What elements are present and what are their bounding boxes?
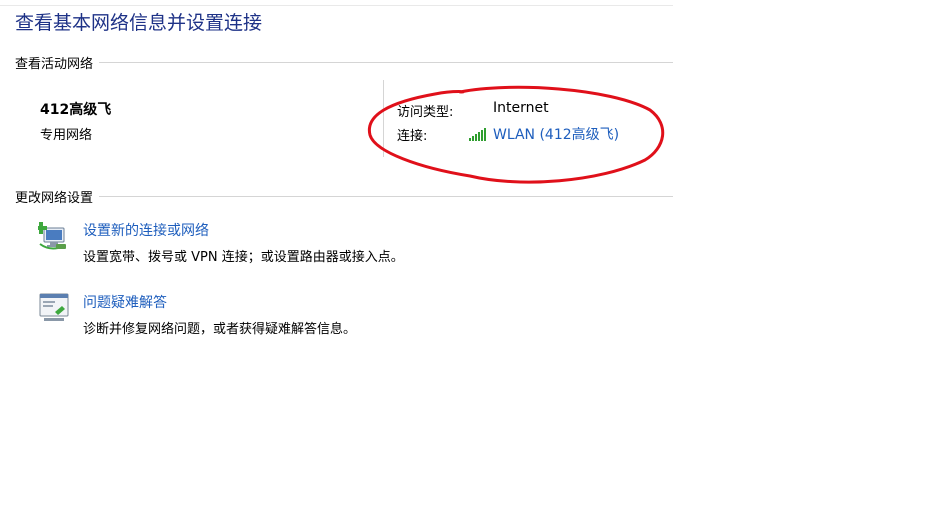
section-divider: [99, 195, 673, 197]
connection-link[interactable]: WLAN (412高级飞): [469, 124, 619, 144]
task-description: 诊断并修复网络问题，或者获得疑难解答信息。: [83, 322, 357, 337]
access-type-label: 访问类型:: [397, 105, 454, 120]
change-settings-header: 更改网络设置: [15, 187, 673, 206]
network-name: 412高级飞: [40, 102, 112, 118]
top-border: [0, 5, 673, 6]
section-label: 更改网络设置: [15, 190, 94, 206]
vertical-divider: [383, 80, 384, 157]
section-label: 查看活动网络: [15, 56, 94, 72]
new-connection-icon: [38, 222, 66, 250]
troubleshoot-icon: [39, 293, 69, 321]
connection-label: 连接:: [397, 129, 428, 144]
network-sharing-center: 查看基本网络信息并设置连接 查看活动网络 412高级飞 专用网络 访问类型: I…: [0, 0, 947, 516]
troubleshoot-link[interactable]: 问题疑难解答: [83, 292, 167, 312]
setup-new-connection-link[interactable]: 设置新的连接或网络: [83, 220, 209, 240]
active-networks-header: 查看活动网络: [15, 53, 673, 72]
section-divider: [99, 61, 673, 63]
network-type[interactable]: 专用网络: [40, 124, 92, 143]
task-troubleshoot: 问题疑难解答 诊断并修复网络问题，或者获得疑难解答信息。: [38, 292, 598, 342]
page-title: 查看基本网络信息并设置连接: [15, 12, 263, 34]
wifi-signal-icon: [469, 128, 486, 141]
connection-name[interactable]: WLAN (412高级飞): [493, 124, 619, 144]
access-type-value: Internet: [493, 100, 549, 116]
task-new-connection: 设置新的连接或网络 设置宽带、拨号或 VPN 连接；或设置路由器或接入点。: [38, 220, 598, 270]
task-description: 设置宽带、拨号或 VPN 连接；或设置路由器或接入点。: [83, 250, 404, 265]
